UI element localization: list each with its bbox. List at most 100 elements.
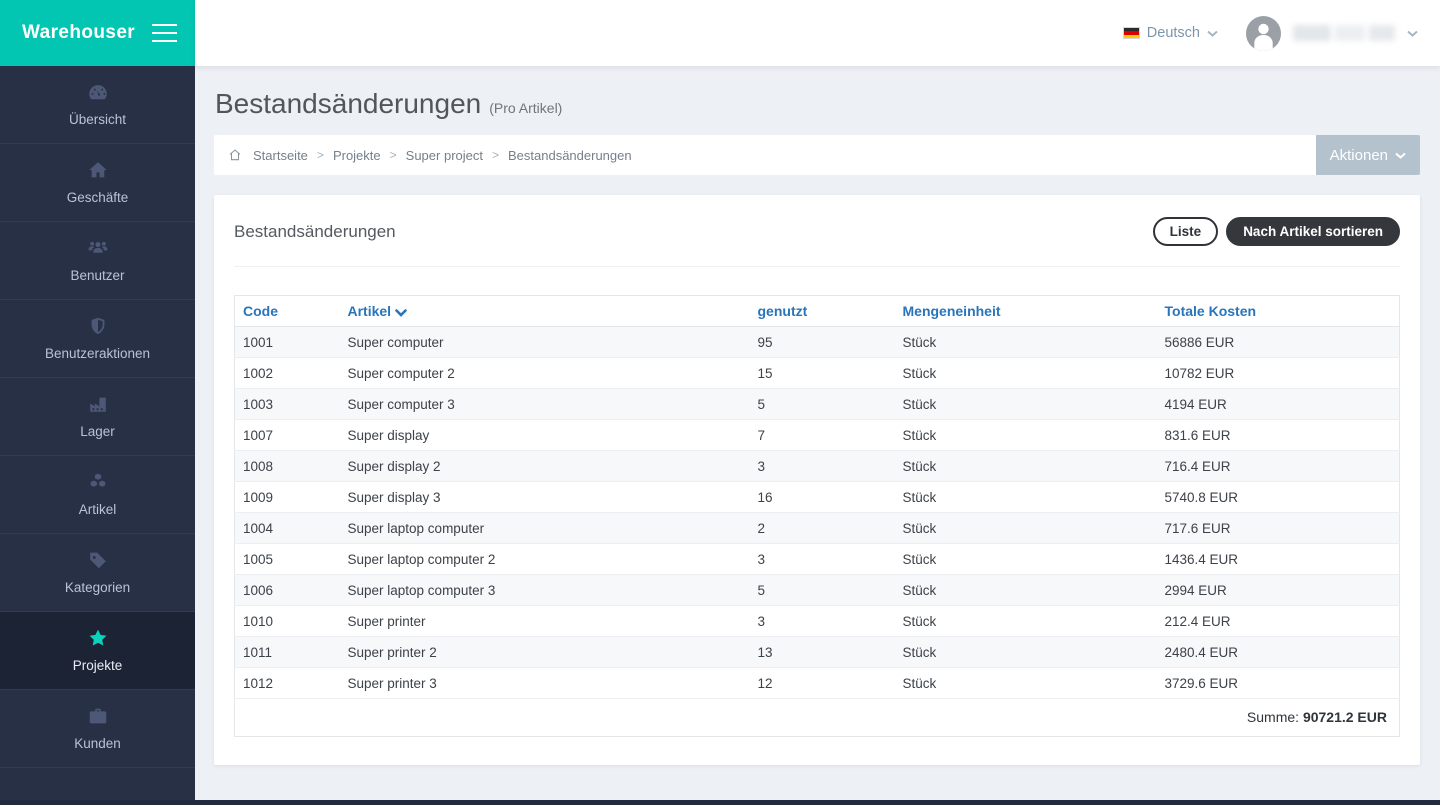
cell-genutzt: 12 <box>750 668 895 699</box>
user-name-blurred <box>1293 25 1395 41</box>
sidebar-item-label: Kategorien <box>65 580 130 595</box>
cell-mengeneinheit: Stück <box>895 327 1157 358</box>
cell-genutzt: 13 <box>750 637 895 668</box>
sidebar-item-geschaefte[interactable]: Geschäfte <box>0 144 195 222</box>
column-header-artikel[interactable]: Artikel <box>340 296 750 327</box>
cell-artikel: Super printer <box>340 606 750 637</box>
cell-mengeneinheit: Stück <box>895 358 1157 389</box>
cell-code: 1011 <box>235 637 340 668</box>
cell-totale-kosten: 716.4 EUR <box>1157 451 1400 482</box>
sidebar-item-label: Lager <box>80 424 115 439</box>
page-subtitle: (Pro Artikel) <box>489 100 562 116</box>
table-row: 1005 Super laptop computer 2 3 Stück 143… <box>235 544 1400 575</box>
cell-totale-kosten: 10782 EUR <box>1157 358 1400 389</box>
users-icon <box>85 237 111 259</box>
cell-code: 1002 <box>235 358 340 389</box>
sidebar-item-label: Benutzer <box>70 268 124 283</box>
table-row: 1002 Super computer 2 15 Stück 10782 EUR <box>235 358 1400 389</box>
sort-by-article-button[interactable]: Nach Artikel sortieren <box>1226 217 1400 246</box>
briefcase-icon <box>85 705 111 727</box>
language-selector[interactable]: Deutsch <box>1123 25 1218 41</box>
sidebar-item-benutzer[interactable]: Benutzer <box>0 222 195 300</box>
cell-mengeneinheit: Stück <box>895 544 1157 575</box>
cell-code: 1004 <box>235 513 340 544</box>
inventory-changes-card: Bestandsänderungen Liste Nach Artikel so… <box>214 195 1420 765</box>
breadcrumb-super-project[interactable]: Super project <box>406 148 483 163</box>
table-row: 1010 Super printer 3 Stück 212.4 EUR <box>235 606 1400 637</box>
home-icon <box>85 159 111 181</box>
sidebar-item-uebersicht[interactable]: Übersicht <box>0 66 195 144</box>
cell-genutzt: 3 <box>750 544 895 575</box>
cell-mengeneinheit: Stück <box>895 420 1157 451</box>
column-header-genutzt[interactable]: genutzt <box>750 296 895 327</box>
breadcrumb-bar: Startseite > Projekte > Super project > … <box>214 135 1420 175</box>
actions-button-label: Aktionen <box>1330 147 1388 164</box>
table-header-row: Code Artikel genutzt Mengeneinheit Total… <box>235 296 1400 327</box>
sidebar-item-kategorien[interactable]: Kategorien <box>0 534 195 612</box>
breadcrumb: Startseite > Projekte > Super project > … <box>214 148 632 163</box>
page-title: Bestandsänderungen <box>215 88 481 120</box>
cell-code: 1003 <box>235 389 340 420</box>
cell-code: 1010 <box>235 606 340 637</box>
hamburger-menu-icon[interactable] <box>150 20 179 46</box>
table-row: 1006 Super laptop computer 3 5 Stück 299… <box>235 575 1400 606</box>
column-header-mengeneinheit[interactable]: Mengeneinheit <box>895 296 1157 327</box>
table-body: 1001 Super computer 95 Stück 56886 EUR 1… <box>235 327 1400 699</box>
topbar: Deutsch <box>195 0 1440 66</box>
cell-artikel: Super printer 3 <box>340 668 750 699</box>
cell-code: 1006 <box>235 575 340 606</box>
sidebar-item-label: Kunden <box>74 736 121 751</box>
cell-code: 1012 <box>235 668 340 699</box>
summary-value: 90721.2 EUR <box>1303 709 1387 725</box>
cell-artikel: Super display 3 <box>340 482 750 513</box>
breadcrumb-startseite[interactable]: Startseite <box>253 148 308 163</box>
sidebar: Warehouser Übersicht Geschäfte Ben <box>0 0 195 805</box>
cell-totale-kosten: 212.4 EUR <box>1157 606 1400 637</box>
sidebar-item-projekte[interactable]: Projekte <box>0 612 195 690</box>
tag-icon <box>85 549 111 571</box>
sidebar-item-artikel[interactable]: Artikel <box>0 456 195 534</box>
user-menu[interactable] <box>1246 16 1418 51</box>
chevron-down-icon <box>1395 152 1406 159</box>
list-view-button[interactable]: Liste <box>1153 217 1219 246</box>
chevron-down-icon <box>1207 30 1218 37</box>
breadcrumb-separator: > <box>492 148 499 162</box>
cell-mengeneinheit: Stück <box>895 513 1157 544</box>
cell-totale-kosten: 56886 EUR <box>1157 327 1400 358</box>
table-row: 1012 Super printer 3 12 Stück 3729.6 EUR <box>235 668 1400 699</box>
main-column: Deutsch Bestandsänderungen (Pro Artikel)… <box>195 0 1440 805</box>
cell-genutzt: 15 <box>750 358 895 389</box>
cell-artikel: Super printer 2 <box>340 637 750 668</box>
table-row: 1009 Super display 3 16 Stück 5740.8 EUR <box>235 482 1400 513</box>
cell-artikel: Super laptop computer <box>340 513 750 544</box>
cell-artikel: Super laptop computer 2 <box>340 544 750 575</box>
cell-totale-kosten: 2994 EUR <box>1157 575 1400 606</box>
avatar <box>1246 16 1281 51</box>
breadcrumb-projekte[interactable]: Projekte <box>333 148 381 163</box>
cell-totale-kosten: 2480.4 EUR <box>1157 637 1400 668</box>
cell-artikel: Super display <box>340 420 750 451</box>
table-row: 1007 Super display 7 Stück 831.6 EUR <box>235 420 1400 451</box>
sidebar-item-benutzeraktionen[interactable]: Benutzeraktionen <box>0 300 195 378</box>
cell-genutzt: 95 <box>750 327 895 358</box>
cell-genutzt: 7 <box>750 420 895 451</box>
table-summary-row: Summe: 90721.2 EUR <box>235 699 1400 737</box>
sidebar-nav: Übersicht Geschäfte Benutzer Benutzerakt… <box>0 66 195 768</box>
table-row: 1008 Super display 2 3 Stück 716.4 EUR <box>235 451 1400 482</box>
cell-mengeneinheit: Stück <box>895 389 1157 420</box>
sidebar-item-lager[interactable]: Lager <box>0 378 195 456</box>
actions-button[interactable]: Aktionen <box>1316 135 1420 175</box>
cell-genutzt: 5 <box>750 389 895 420</box>
column-header-code[interactable]: Code <box>235 296 340 327</box>
cell-mengeneinheit: Stück <box>895 606 1157 637</box>
cell-mengeneinheit: Stück <box>895 482 1157 513</box>
home-icon <box>228 148 242 162</box>
cell-totale-kosten: 1436.4 EUR <box>1157 544 1400 575</box>
column-header-totale-kosten[interactable]: Totale Kosten <box>1157 296 1400 327</box>
sidebar-item-kunden[interactable]: Kunden <box>0 690 195 768</box>
cell-mengeneinheit: Stück <box>895 575 1157 606</box>
cell-totale-kosten: 4194 EUR <box>1157 389 1400 420</box>
app-logo[interactable]: Warehouser <box>22 22 135 44</box>
cell-totale-kosten: 717.6 EUR <box>1157 513 1400 544</box>
table-row: 1001 Super computer 95 Stück 56886 EUR <box>235 327 1400 358</box>
